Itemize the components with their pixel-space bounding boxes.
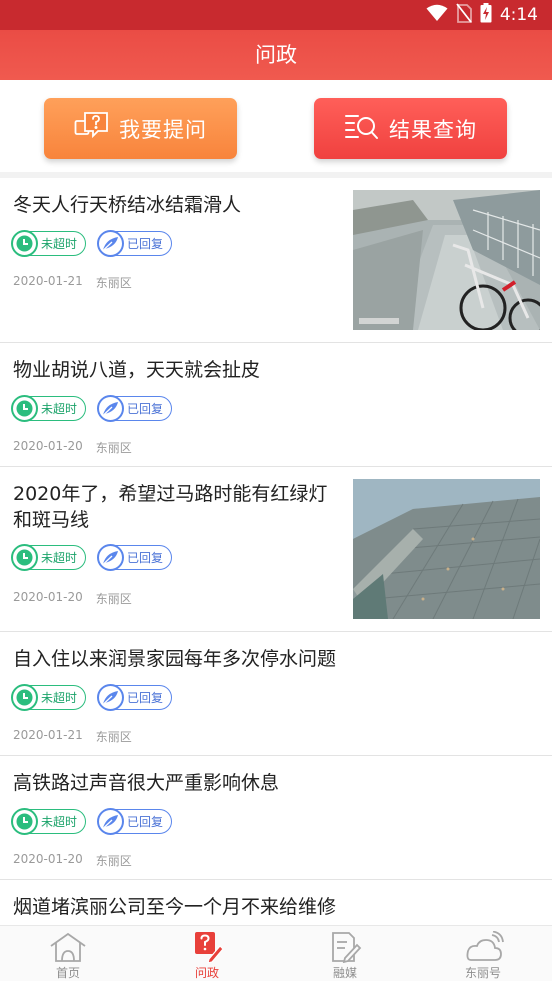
feather-icon [97, 684, 125, 711]
question-item[interactable]: 冬天人行天桥结冰结霜滑人 未超时 已回复 2020-01-21 东丽区 [0, 178, 552, 343]
not-overdue-label: 未超时 [41, 237, 78, 251]
replied-badge: 已回复 [97, 395, 173, 422]
question-title[interactable]: 烟道堵滨丽公司至今一个月不来给维修 [13, 894, 336, 920]
question-pen-icon [189, 931, 225, 963]
question-title[interactable]: 自入住以来润景家园每年多次停水问题 [13, 646, 336, 672]
title-bar: 问政 [0, 30, 552, 80]
status-badges: 未超时 已回复 [11, 684, 173, 711]
replied-label: 已回复 [127, 551, 164, 565]
not-overdue-badge: 未超时 [11, 808, 87, 835]
question-meta: 2020-01-20 东丽区 [13, 439, 132, 456]
not-overdue-badge: 未超时 [11, 684, 87, 711]
battery-charging-icon [480, 3, 492, 27]
tab-home[interactable]: 首页 [28, 926, 108, 981]
question-district: 东丽区 [95, 730, 132, 744]
question-item[interactable]: 物业胡说八道，天天就会扯皮 未超时 已回复 2020-01-20 东丽区 [0, 343, 552, 467]
replied-badge: 已回复 [97, 230, 173, 257]
status-badges: 未超时 已回复 [11, 544, 173, 571]
tab-home-label: 首页 [55, 966, 80, 980]
tab-dongli-hao-label: 东丽号 [464, 966, 501, 980]
status-icons: 4:14 [426, 3, 538, 27]
replied-badge: 已回复 [97, 684, 173, 711]
question-chat-icon [74, 111, 110, 146]
list-search-icon [344, 111, 380, 146]
feather-icon [97, 808, 125, 835]
not-overdue-badge: 未超时 [11, 230, 87, 257]
tab-wenzheng[interactable]: 问政 [167, 926, 247, 981]
cloud-signal-icon [462, 931, 504, 963]
tab-dongli-hao[interactable]: 东丽号 [443, 926, 523, 981]
not-overdue-label: 未超时 [41, 815, 78, 829]
clock-icon [11, 544, 38, 571]
question-image[interactable] [353, 479, 540, 619]
bottom-tab-bar: 首页 问政 融媒 东丽号 [0, 925, 552, 981]
status-badges: 未超时 已回复 [11, 395, 173, 422]
clock-icon [11, 808, 38, 835]
question-district: 东丽区 [95, 441, 132, 455]
question-title[interactable]: 冬天人行天桥结冰结霜滑人 [13, 192, 338, 218]
no-sim-icon [456, 3, 472, 27]
question-date: 2020-01-21 [13, 274, 83, 288]
question-item[interactable]: 2020年了，希望过马路时能有红绿灯和斑马线 未超时 已回复 2020-01-2… [0, 467, 552, 632]
question-item[interactable]: 高铁路过声音很大严重影响休息 未超时 已回复 2020-01-20 东丽区 [0, 756, 552, 880]
status-time: 4:14 [499, 5, 538, 25]
question-meta: 2020-01-20 东丽区 [13, 590, 132, 607]
question-title[interactable]: 物业胡说八道，天天就会扯皮 [13, 357, 260, 383]
tab-media[interactable]: 融媒 [305, 926, 385, 981]
action-panel: 我要提问 结果查询 [0, 80, 552, 172]
feather-icon [97, 230, 125, 257]
not-overdue-label: 未超时 [41, 551, 78, 565]
question-meta: 2020-01-21 东丽区 [13, 274, 132, 291]
question-district: 东丽区 [95, 276, 132, 290]
question-title[interactable]: 高铁路过声音很大严重影响休息 [13, 770, 279, 796]
question-title[interactable]: 2020年了，希望过马路时能有红绿灯和斑马线 [13, 481, 338, 533]
replied-label: 已回复 [127, 691, 164, 705]
question-date: 2020-01-20 [13, 590, 83, 604]
replied-badge: 已回复 [97, 544, 173, 571]
clock-icon [11, 395, 38, 422]
replied-badge: 已回复 [97, 808, 173, 835]
not-overdue-label: 未超时 [41, 691, 78, 705]
status-badges: 未超时 已回复 [11, 808, 173, 835]
clock-icon [11, 684, 38, 711]
query-results-label: 结果查询 [389, 117, 477, 142]
question-date: 2020-01-21 [13, 728, 83, 742]
ask-question-label: 我要提问 [119, 117, 207, 142]
home-icon [48, 931, 88, 963]
clock-icon [11, 230, 38, 257]
not-overdue-badge: 未超时 [11, 395, 87, 422]
tab-media-label: 融媒 [332, 966, 357, 980]
question-date: 2020-01-20 [13, 439, 83, 453]
question-district: 东丽区 [95, 592, 132, 606]
ask-question-button[interactable]: 我要提问 [44, 98, 237, 159]
not-overdue-label: 未超时 [41, 402, 78, 416]
replied-label: 已回复 [127, 815, 164, 829]
question-district: 东丽区 [95, 854, 132, 868]
replied-label: 已回复 [127, 237, 164, 251]
replied-label: 已回复 [127, 402, 164, 416]
question-item[interactable]: 烟道堵滨丽公司至今一个月不来给维修 [0, 880, 552, 925]
feather-icon [97, 395, 125, 422]
question-list[interactable]: 冬天人行天桥结冰结霜滑人 未超时 已回复 2020-01-21 东丽区 物业胡说… [0, 178, 552, 925]
tab-wenzheng-label: 问政 [194, 966, 219, 980]
media-edit-icon [327, 931, 363, 963]
page-title: 问政 [255, 43, 297, 67]
status-bar: 4:14 [0, 0, 552, 30]
question-item[interactable]: 自入住以来润景家园每年多次停水问题 未超时 已回复 2020-01-21 东丽区 [0, 632, 552, 756]
query-results-button[interactable]: 结果查询 [314, 98, 507, 159]
wifi-icon [426, 4, 448, 26]
question-meta: 2020-01-21 东丽区 [13, 728, 132, 745]
not-overdue-badge: 未超时 [11, 544, 87, 571]
status-badges: 未超时 已回复 [11, 230, 173, 257]
question-image[interactable] [353, 190, 540, 330]
feather-icon [97, 544, 125, 571]
question-date: 2020-01-20 [13, 852, 83, 866]
question-meta: 2020-01-20 东丽区 [13, 852, 132, 869]
